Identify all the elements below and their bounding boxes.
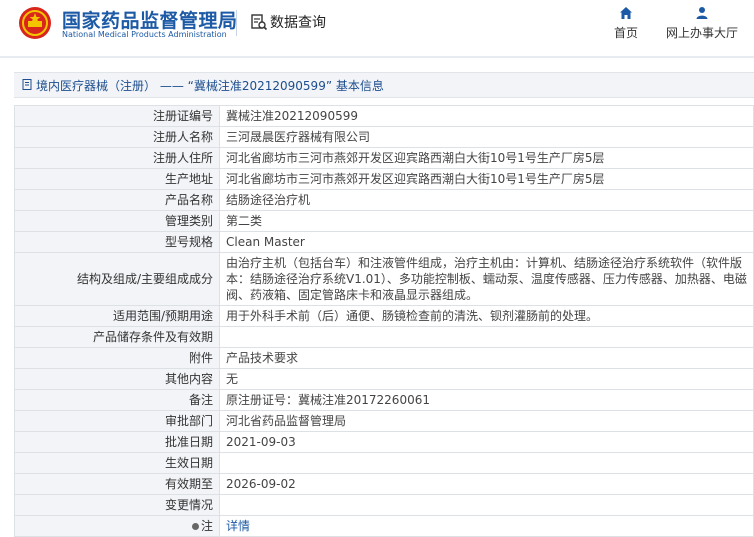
row-value: 详情 bbox=[219, 515, 754, 537]
row-label: 型号规格 bbox=[14, 231, 220, 253]
table-row: 附件 产品技术要求 bbox=[14, 347, 754, 369]
brand-subtitle: National Medical Products Administration bbox=[62, 30, 227, 39]
data-query-icon bbox=[251, 14, 268, 31]
nav-online-office-label: 网上办事大厅 bbox=[665, 26, 738, 40]
table-row: 注册人住所 河北省廊坊市三河市燕郊开发区迎宾路西潮白大街10号1号生产厂房5层 bbox=[14, 147, 754, 169]
table-row: 产品储存条件及有效期 bbox=[14, 326, 754, 348]
table-row: 管理类别 第二类 bbox=[14, 210, 754, 232]
user-icon bbox=[696, 7, 708, 19]
row-value: 第二类 bbox=[219, 210, 754, 232]
row-value: 产品技术要求 bbox=[219, 347, 754, 369]
row-label-note: 注 bbox=[14, 515, 220, 537]
row-value: 结肠途径治疗机 bbox=[219, 189, 754, 211]
table-row: 生效日期 bbox=[14, 452, 754, 474]
table-row: 有效期至 2026-09-02 bbox=[14, 473, 754, 495]
row-label: 附件 bbox=[14, 347, 220, 369]
row-label: 生产地址 bbox=[14, 168, 220, 190]
row-label: 注册人住所 bbox=[14, 147, 220, 169]
row-value bbox=[219, 452, 754, 474]
table-row: 产品名称 结肠途径治疗机 bbox=[14, 189, 754, 211]
row-value bbox=[219, 494, 754, 516]
row-value: 河北省廊坊市三河市燕郊开发区迎宾路西潮白大街10号1号生产厂房5层 bbox=[219, 147, 754, 169]
row-label: 变更情况 bbox=[14, 494, 220, 516]
national-emblem-icon bbox=[19, 7, 51, 39]
bullet-icon bbox=[191, 523, 199, 530]
site-header: 国家药品监督管理局 National Medical Products Admi… bbox=[0, 0, 754, 58]
table-row: 适用范围/预期用途 用于外科手术前（后）通便、肠镜检查前的清洗、钡剂灌肠前的处理… bbox=[14, 305, 754, 327]
row-label: 产品名称 bbox=[14, 189, 220, 211]
brand-title[interactable]: 国家药品监督管理局 bbox=[62, 6, 238, 33]
row-value: 用于外科手术前（后）通便、肠镜检查前的清洗、钡剂灌肠前的处理。 bbox=[219, 305, 754, 327]
row-label: 注册证编号 bbox=[14, 105, 220, 127]
table-row: 其他内容 无 bbox=[14, 368, 754, 390]
table-row: 备注 原注册证号：冀械注准20172260061 bbox=[14, 389, 754, 411]
row-value: 2021-09-03 bbox=[219, 431, 754, 453]
row-label: 审批部门 bbox=[14, 410, 220, 432]
row-label: 结构及组成/主要组成成分 bbox=[14, 252, 220, 306]
row-value bbox=[219, 326, 754, 348]
row-label: 有效期至 bbox=[14, 473, 220, 495]
table-row: 注 详情 bbox=[14, 515, 754, 537]
row-label: 产品储存条件及有效期 bbox=[14, 326, 220, 348]
data-query-label[interactable]: 数据查询 bbox=[270, 12, 326, 32]
row-value: 河北省廊坊市三河市燕郊开发区迎宾路西潮白大街10号1号生产厂房5层 bbox=[219, 168, 754, 190]
row-value: 原注册证号：冀械注准20172260061 bbox=[219, 389, 754, 411]
row-value: 河北省药品监督管理局 bbox=[219, 410, 754, 432]
row-value: 三河晟晨医疗器械有限公司 bbox=[219, 126, 754, 148]
row-value: 由治疗主机（包括台车）和注液管件组成，治疗主机由：计算机、结肠途径治疗系统软件（… bbox=[219, 252, 754, 306]
home-icon bbox=[620, 7, 632, 19]
row-label: 注册人名称 bbox=[14, 126, 220, 148]
row-value: 无 bbox=[219, 368, 754, 390]
row-label: 批准日期 bbox=[14, 431, 220, 453]
registration-detail-table: 注册证编号 冀械注准20212090599 注册人名称 三河晟晨医疗器械有限公司… bbox=[14, 105, 754, 537]
nav-home-label: 首页 bbox=[613, 26, 638, 40]
table-row: 注册证编号 冀械注准20212090599 bbox=[14, 105, 754, 127]
row-value: 冀械注准20212090599 bbox=[219, 105, 754, 127]
document-icon bbox=[22, 79, 32, 90]
row-value: Clean Master bbox=[219, 231, 754, 253]
nav-online-office[interactable]: 网上办事大厅 bbox=[660, 6, 744, 41]
breadcrumb-text: 境内医疗器械（注册） —— “冀械注准20212090599” 基本信息 bbox=[36, 79, 384, 93]
note-label: 注 bbox=[200, 519, 213, 533]
row-label: 备注 bbox=[14, 389, 220, 411]
row-label: 管理类别 bbox=[14, 210, 220, 232]
table-row: 结构及组成/主要组成成分 由治疗主机（包括台车）和注液管件组成，治疗主机由：计算… bbox=[14, 252, 754, 306]
table-row: 审批部门 河北省药品监督管理局 bbox=[14, 410, 754, 432]
table-row: 批准日期 2021-09-03 bbox=[14, 431, 754, 453]
details-link[interactable]: 详情 bbox=[226, 519, 250, 533]
nav-home[interactable]: 首页 bbox=[606, 6, 646, 41]
table-row: 生产地址 河北省廊坊市三河市燕郊开发区迎宾路西潮白大街10号1号生产厂房5层 bbox=[14, 168, 754, 190]
breadcrumb: 境内医疗器械（注册） —— “冀械注准20212090599” 基本信息 bbox=[14, 72, 754, 98]
header-divider bbox=[236, 10, 237, 36]
row-value: 2026-09-02 bbox=[219, 473, 754, 495]
table-row: 变更情况 bbox=[14, 494, 754, 516]
table-row: 注册人名称 三河晟晨医疗器械有限公司 bbox=[14, 126, 754, 148]
row-label: 其他内容 bbox=[14, 368, 220, 390]
header-bottom-line bbox=[0, 56, 754, 58]
table-row: 型号规格 Clean Master bbox=[14, 231, 754, 253]
row-label: 生效日期 bbox=[14, 452, 220, 474]
row-label: 适用范围/预期用途 bbox=[14, 305, 220, 327]
